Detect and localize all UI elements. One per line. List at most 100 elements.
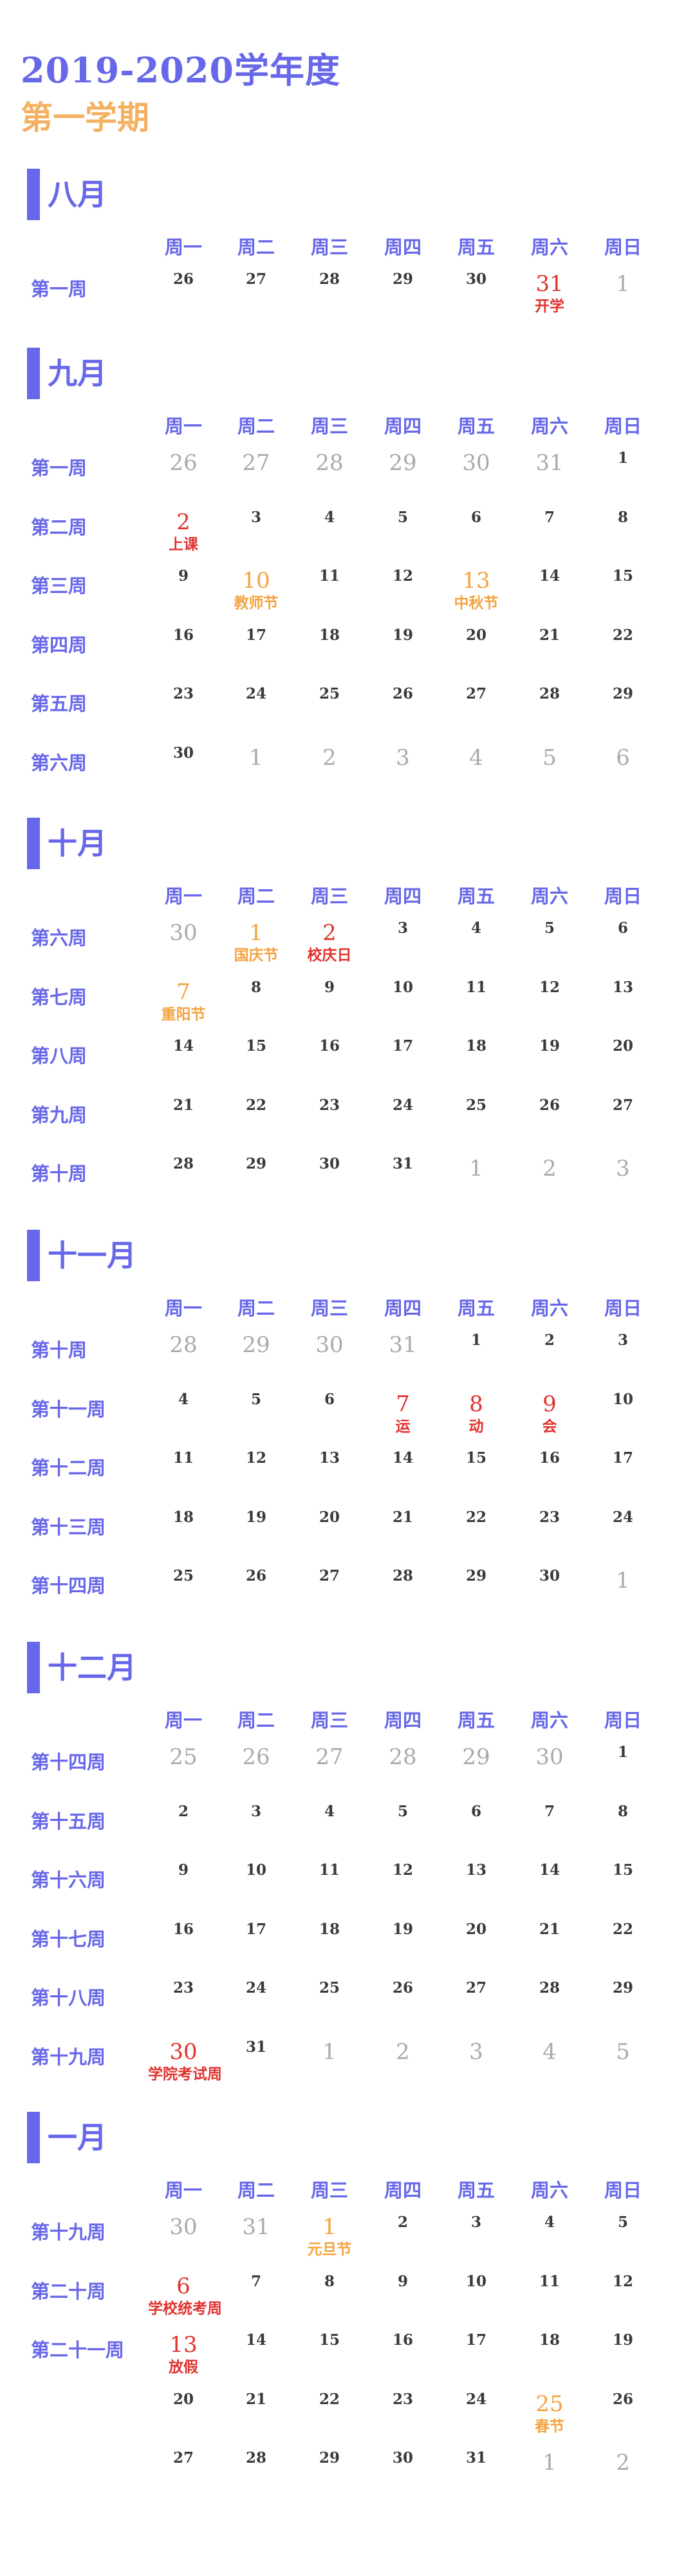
week-row: 第十周 28 29 30 31 1 2 3 (0, 1155, 695, 1213)
day-number: 5 (397, 1802, 408, 1820)
day-number: 1 (617, 449, 628, 467)
day-cell: 16 (148, 626, 219, 644)
month-title: 九月 (27, 348, 107, 399)
weekday-header: 周日 (604, 415, 642, 437)
day-number: 7 (544, 1802, 555, 1820)
day-number: 12 (245, 1449, 266, 1467)
day-number: 5 (616, 2038, 630, 2065)
day-cell: 28 (294, 449, 365, 476)
week-row: 第四周 16 17 18 19 20 21 22 (0, 626, 695, 684)
day-cell: 12 (367, 567, 438, 585)
day-cell: 10 (588, 1391, 658, 1409)
day-number: 16 (172, 1920, 194, 1938)
day-number: 14 (245, 2331, 266, 2349)
weekday-header: 周六 (530, 1709, 568, 1731)
day-cell: 30 (441, 270, 512, 288)
day-cell: 21 (367, 1509, 438, 1527)
month-section: 八月 周一 周二 周三 周四 周五 周六 周日 第一周 26 27 28 29 30 31 开学 1 (0, 169, 695, 330)
weekday-header: 周一 (164, 1297, 202, 1319)
day-number: 27 (612, 1096, 633, 1114)
day-cell: 25 (441, 1096, 512, 1114)
day-cell: 24 (588, 1509, 658, 1527)
day-cell: 14 (514, 567, 585, 585)
day-cell: 23 (514, 1509, 585, 1527)
day-cell: 31 (514, 449, 585, 476)
day-number: 30 (535, 1744, 564, 1770)
day-cell: 19 (588, 2331, 658, 2349)
day-number: 15 (245, 1037, 266, 1055)
day-cell: 5 (514, 744, 585, 771)
day-cell: 27 (148, 2449, 219, 2467)
day-cell: 9 (148, 567, 219, 585)
day-number: 26 (172, 270, 194, 288)
day-number: 20 (465, 1920, 486, 1938)
day-cell: 29 (221, 1155, 292, 1173)
day-cell: 1 (441, 1331, 512, 1349)
day-number: 4 (544, 2214, 555, 2231)
day-number: 18 (465, 1037, 486, 1055)
weekday-header: 周日 (604, 2179, 642, 2201)
day-cell: 6 (588, 744, 658, 771)
week-row: 第二十一周 13 放假 14 15 16 17 18 19 (0, 2331, 695, 2389)
day-number: 24 (245, 1979, 266, 1997)
day-note: 学校统考周 (148, 2299, 222, 2317)
day-note: 重阳节 (161, 1005, 206, 1023)
day-number: 30 (315, 1332, 344, 1358)
day-number: 23 (172, 1979, 194, 1997)
week-row: 第九周 21 22 23 24 25 26 27 (0, 1096, 695, 1154)
day-note: 动 (468, 1417, 484, 1435)
day-number: 28 (319, 270, 340, 288)
day-cell: 22 (221, 1096, 292, 1114)
day-cell: 1 (588, 1567, 658, 1594)
day-cell: 5 (221, 1391, 292, 1409)
weekday-header: 周三 (310, 1297, 348, 1319)
weekday-header: 周一 (164, 415, 202, 437)
day-number: 18 (319, 1920, 340, 1938)
day-number: 2 (176, 509, 190, 535)
weekday-header: 周日 (604, 236, 642, 258)
day-number: 2 (616, 2450, 630, 2476)
day-cell: 13 (441, 1861, 512, 1879)
day-number: 14 (392, 1449, 413, 1467)
day-number: 2 (542, 1156, 557, 1181)
day-cell: 22 (441, 1509, 512, 1527)
day-number: 25 (465, 1096, 486, 1114)
day-number: 16 (539, 1449, 560, 1467)
week-row: 第十四周 25 26 27 28 29 30 1 (0, 1567, 695, 1625)
day-cell: 13 中秋节 (441, 567, 512, 612)
day-number: 19 (245, 1508, 266, 1526)
day-number: 8 (617, 508, 628, 526)
day-number: 4 (324, 508, 335, 526)
day-number: 12 (539, 978, 560, 996)
day-cell: 24 (221, 1979, 292, 1997)
day-cell: 7 (514, 1803, 585, 1821)
day-cell: 15 (441, 1449, 512, 1467)
week-row: 第十周 28 29 30 31 1 2 3 (0, 1331, 695, 1389)
day-cell: 19 (367, 1921, 438, 1939)
weekday-header: 周六 (530, 885, 568, 907)
week-row: 第十四周 25 26 27 28 29 30 1 (0, 1744, 695, 1801)
day-number: 28 (169, 1332, 198, 1358)
day-cell: 27 (294, 1744, 365, 1771)
day-note: 放假 (169, 2358, 198, 2376)
day-cell: 30 学院考试周 (148, 2038, 222, 2083)
weekday-header: 周五 (457, 236, 495, 258)
day-number: 21 (172, 1096, 194, 1114)
day-number: 1 (249, 920, 263, 946)
day-number: 15 (612, 567, 633, 585)
month-section: 十一月 周一 周二 周三 周四 周五 周六 周日 第十周 28 29 30 31 1 2 3 第十一周 4 5 6 7 运… (0, 1230, 695, 1626)
day-number: 13 (169, 2332, 198, 2358)
weekday-header: 周六 (530, 236, 568, 258)
day-cell: 21 (148, 1096, 219, 1114)
day-number: 4 (469, 744, 483, 771)
day-number: 30 (462, 450, 490, 476)
weekday-header: 周四 (384, 415, 422, 437)
day-number: 17 (392, 1037, 413, 1055)
day-number: 1 (322, 2038, 337, 2065)
weekday-header: 周四 (384, 1709, 422, 1731)
day-cell: 3 (367, 744, 438, 771)
day-cell: 5 (367, 1803, 438, 1821)
day-number: 1 (616, 1568, 630, 1594)
day-cell: 12 (514, 979, 585, 997)
day-number: 10 (612, 1390, 633, 1408)
